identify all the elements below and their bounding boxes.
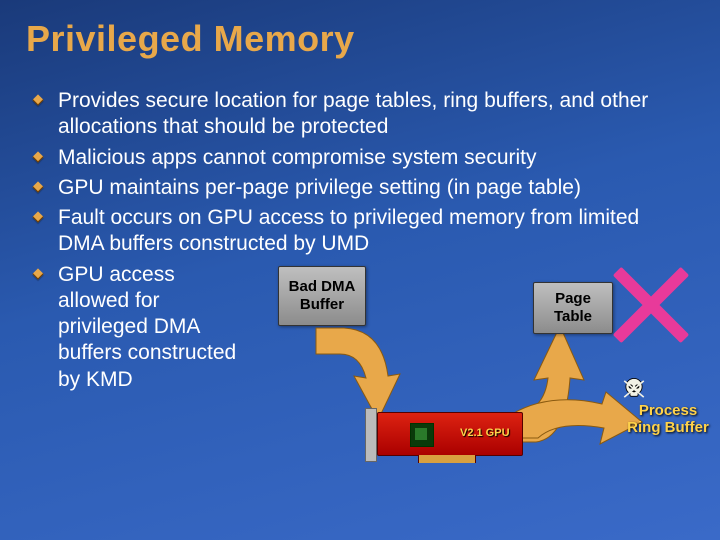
denied-cross-icon (612, 266, 690, 344)
process-ring-buffer-label: Process Ring Buffer (623, 402, 713, 437)
gpu-connector (418, 455, 476, 463)
bullet-item: Fault occurs on GPU access to privileged… (30, 205, 690, 258)
diagram-area: Bad DMA Buffer (258, 262, 690, 472)
bullet-item: GPU maintains per-page privilege setting… (30, 175, 690, 201)
slide-title: Privileged Memory (0, 0, 720, 60)
bullet-item: Provides secure location for page tables… (30, 88, 690, 141)
bullet-list: Provides secure location for page tables… (30, 88, 690, 472)
bullet-text: GPU access allowed for privileged DMA bu… (58, 262, 248, 393)
gpu-bracket (365, 408, 377, 462)
gpu-label: V2.1 GPU (460, 427, 510, 441)
page-table-box: Page Table (533, 282, 613, 334)
bad-dma-buffer-box: Bad DMA Buffer (278, 266, 366, 326)
gpu-board: V2.1 GPU (377, 412, 523, 456)
slide-content: Provides secure location for page tables… (0, 60, 720, 472)
skull-icon (621, 376, 647, 402)
slide: Privileged Memory Provides secure locati… (0, 0, 720, 540)
bullet-item: Malicious apps cannot compromise system … (30, 145, 690, 171)
gpu-chip (410, 423, 434, 447)
gpu-card: V2.1 GPU (363, 412, 521, 467)
bullet-item: GPU access allowed for privileged DMA bu… (30, 262, 690, 472)
